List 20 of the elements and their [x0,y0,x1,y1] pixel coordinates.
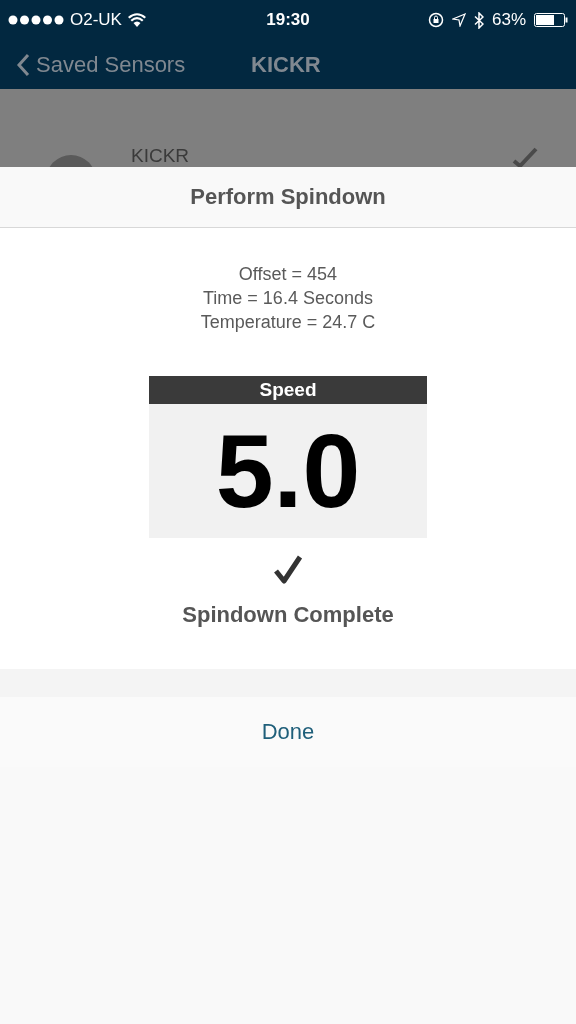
chevron-left-icon [16,52,30,77]
carrier-name: O2-UK [70,10,122,30]
status-text: Spindown Complete [182,602,394,628]
gauge-value: 5.0 [215,412,361,531]
back-button[interactable]: Saved Sensors [16,51,251,78]
rotation-lock-icon [427,12,444,28]
location-icon [451,13,466,27]
sheet-title: Perform Spindown [190,184,386,210]
sensor-name: KICKR [131,145,190,167]
battery-percent: 63% [491,10,526,30]
reading-text: Time = 16.4 Seconds [203,287,373,310]
wifi-icon [127,13,146,27]
battery-icon [534,13,568,27]
gauge-label: Speed [149,376,427,404]
clock: 19:30 [266,10,310,29]
signal-icon [8,15,64,25]
bluetooth-icon [473,11,484,29]
reading-text: Offset = 454 [238,263,338,286]
reading-text: Temperature = 24.7 C [200,311,376,334]
screen-title: KICKR [251,51,321,78]
